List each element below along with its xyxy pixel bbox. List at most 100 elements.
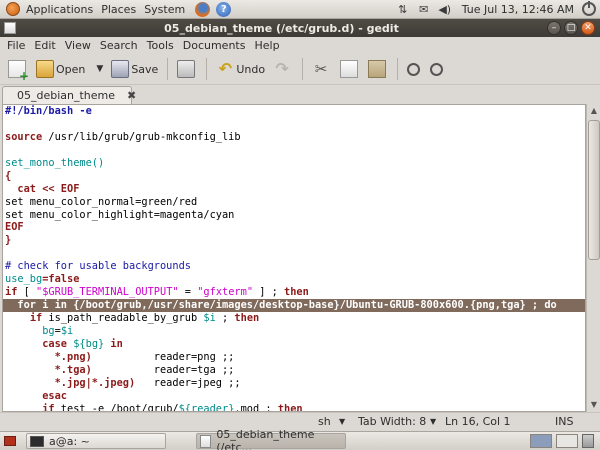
- code-token: /usr/lib/grub/grub-mkconfig_lib: [42, 130, 241, 143]
- code-token: # check for usable backgrounds: [5, 260, 191, 273]
- code-token: }: [5, 234, 12, 247]
- code-line[interactable]: if is_path_readable_by_grub $i ; then: [3, 312, 585, 325]
- chevron-down-icon[interactable]: ▼: [339, 417, 345, 426]
- print-button[interactable]: [173, 56, 201, 82]
- chevron-down-icon: ▼: [96, 64, 104, 74]
- code-token: =false: [42, 273, 80, 286]
- code-line[interactable]: EOF: [3, 221, 585, 234]
- code-token: "gfxterm": [197, 286, 254, 299]
- volume-icon[interactable]: ◀): [437, 2, 453, 16]
- menu-file[interactable]: File: [7, 39, 25, 52]
- code-token: "$GRUB_TERMINAL_OUTPUT": [36, 286, 179, 299]
- code-line[interactable]: #!/bin/bash -e: [3, 105, 585, 118]
- code-token: if: [29, 312, 43, 324]
- menu-search[interactable]: Search: [100, 39, 138, 52]
- menu-documents[interactable]: Documents: [183, 39, 246, 52]
- code-token: ] ;: [253, 286, 285, 299]
- tab-width-selector[interactable]: Tab Width: 8: [358, 415, 426, 428]
- printer-icon: [177, 60, 196, 78]
- firefox-launcher-icon[interactable]: [195, 1, 211, 17]
- workspace-2[interactable]: [556, 434, 578, 448]
- code-token: case: [42, 337, 68, 350]
- minimize-button[interactable]: –: [547, 21, 561, 35]
- code-line[interactable]: }: [3, 234, 585, 247]
- new-document-icon: [8, 60, 29, 83]
- code-line[interactable]: cat << EOF: [3, 183, 585, 196]
- code-line[interactable]: {: [3, 170, 585, 183]
- undo-button[interactable]: ↶ Undo: [212, 56, 269, 82]
- language-selector[interactable]: sh: [318, 415, 331, 428]
- code-line[interactable]: *.png) reader=png ;;: [3, 351, 585, 364]
- code-line[interactable]: if test -e /boot/grub/${reader}.mod ; th…: [3, 402, 585, 412]
- code-token: #!/bin/bash -e: [5, 105, 92, 117]
- copy-icon: [340, 60, 359, 78]
- code-line[interactable]: set menu_color_highlight=magenta/cyan: [3, 209, 585, 222]
- trash-icon[interactable]: [582, 434, 594, 448]
- clock[interactable]: Tue Jul 13, 12:46 AM: [462, 3, 574, 16]
- window-titlebar[interactable]: 05_debian_theme (/etc/grub.d) - gedit – …: [0, 19, 600, 37]
- power-icon[interactable]: [582, 1, 596, 16]
- menu-help[interactable]: Help: [254, 39, 279, 52]
- vertical-scrollbar[interactable]: ▲ ▼: [586, 104, 600, 412]
- system-menu[interactable]: System: [144, 3, 185, 16]
- redo-button[interactable]: ↷: [269, 56, 297, 82]
- tab-05-debian-theme[interactable]: 05_debian_theme ✖: [2, 86, 136, 104]
- find-button[interactable]: [403, 56, 426, 82]
- text-editor[interactable]: #!/bin/bash -e source /usr/lib/grub/grub-…: [2, 104, 586, 412]
- code-line[interactable]: use_bg=false: [3, 273, 585, 286]
- mail-icon[interactable]: ✉: [416, 2, 432, 16]
- workspace-1[interactable]: [530, 434, 552, 448]
- code-line[interactable]: if [ "$GRUB_TERMINAL_OUTPUT" = "gfxterm"…: [3, 286, 585, 299]
- help-launcher-icon[interactable]: ?: [216, 1, 232, 17]
- network-icon[interactable]: ⇅: [395, 2, 411, 16]
- code-token: $i: [60, 324, 74, 337]
- code-line[interactable]: esac: [3, 390, 585, 403]
- code-token: reader=png ;;: [91, 350, 235, 363]
- taskbar-item-gedit[interactable]: 05_debian_theme (/etc...: [196, 428, 346, 450]
- new-button[interactable]: [4, 56, 32, 83]
- ubuntu-logo-icon[interactable]: [6, 2, 20, 16]
- insert-mode-indicator: INS: [555, 415, 574, 428]
- menu-view[interactable]: View: [65, 39, 91, 52]
- code-line[interactable]: source /usr/lib/grub/grub-mkconfig_lib: [3, 131, 585, 144]
- scroll-down-icon[interactable]: ▼: [588, 399, 600, 411]
- chevron-down-icon[interactable]: ▼: [430, 417, 436, 426]
- toolbar-separator: [397, 58, 399, 80]
- replace-button[interactable]: [426, 56, 449, 82]
- code-line[interactable]: [3, 247, 585, 260]
- taskbar-item-terminal[interactable]: a@a: ~: [26, 433, 166, 449]
- save-button[interactable]: Save: [107, 56, 162, 82]
- code-token: ${reader}: [178, 402, 235, 412]
- open-recent-dropdown[interactable]: ▼: [89, 56, 107, 82]
- cut-button[interactable]: ✂: [308, 56, 336, 82]
- code-line[interactable]: # check for usable backgrounds: [3, 260, 585, 273]
- code-token: EOF: [5, 221, 24, 234]
- open-button[interactable]: Open: [32, 56, 89, 82]
- code-line[interactable]: [3, 118, 585, 131]
- scroll-up-icon[interactable]: ▲: [588, 105, 600, 117]
- code-line[interactable]: [3, 144, 585, 157]
- code-line[interactable]: *.tga) reader=tga ;;: [3, 364, 585, 377]
- menu-edit[interactable]: Edit: [34, 39, 55, 52]
- close-window-button[interactable]: ✕: [581, 21, 595, 35]
- code-token: =: [178, 286, 198, 299]
- code-line[interactable]: case ${bg} in: [3, 338, 585, 351]
- code-line[interactable]: *.jpg|*.jpeg) reader=jpeg ;;: [3, 377, 585, 390]
- code-line[interactable]: set menu_color_normal=green/red: [3, 196, 585, 209]
- applications-menu[interactable]: Applications: [26, 3, 93, 16]
- menu-tools[interactable]: Tools: [147, 39, 174, 52]
- code-line[interactable]: set_mono_theme(): [3, 157, 585, 170]
- scrollbar-thumb[interactable]: [588, 120, 600, 260]
- copy-button[interactable]: [336, 56, 364, 82]
- places-menu[interactable]: Places: [101, 3, 136, 16]
- code-line[interactable]: bg=$i: [3, 325, 585, 338]
- paste-button[interactable]: [364, 56, 392, 82]
- current-code-line[interactable]: for i in {/boot/grub,/usr/share/images/d…: [3, 299, 585, 312]
- show-desktop-icon[interactable]: [4, 436, 16, 446]
- window-menu-icon[interactable]: [4, 22, 16, 34]
- close-tab-icon[interactable]: ✖: [127, 89, 136, 102]
- find-replace-icon: [430, 62, 444, 76]
- maximize-button[interactable]: □: [564, 21, 578, 35]
- window-title: 05_debian_theme (/etc/grub.d) - gedit: [164, 21, 399, 35]
